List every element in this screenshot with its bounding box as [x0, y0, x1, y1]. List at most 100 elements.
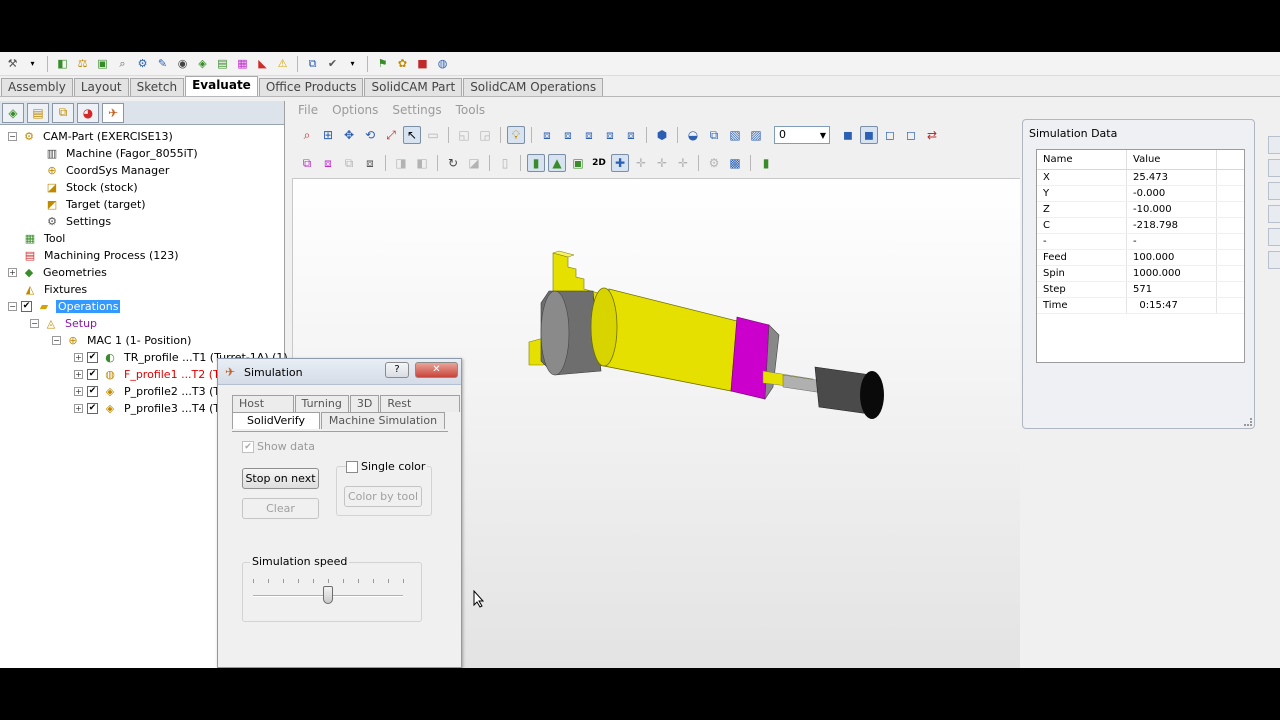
task-pane-file-explorer-icon[interactable] [1268, 205, 1280, 223]
dfmxpress-icon[interactable]: ■ [414, 55, 431, 72]
tab-3d[interactable]: 3D [349, 395, 380, 412]
shaded-icon[interactable]: ◒ [684, 126, 702, 144]
axis-x-icon[interactable]: ✛ [632, 154, 650, 172]
light-icon[interactable]: 💡︎ [507, 126, 525, 144]
collapse-icon[interactable]: − [52, 336, 61, 345]
tree-item-operation[interactable]: + ✔ ◈ P_profile3 ...T4 (Tu [74, 400, 227, 417]
tab-solidcam-operations[interactable]: SolidCAM Operations [463, 78, 604, 96]
deviation-analysis-icon[interactable]: ▤ [214, 55, 231, 72]
sustainability-icon[interactable]: ◍ [434, 55, 451, 72]
tree-item-cam-part[interactable]: − ⚙ CAM-Part (EXERCISE13) [8, 128, 175, 145]
sections-icon[interactable]: ◪ [465, 154, 483, 172]
single-color-checkbox[interactable]: Single color [346, 460, 428, 473]
speed-slider-thumb[interactable] [323, 586, 333, 604]
show-stock-icon[interactable]: ⧉ [298, 154, 316, 172]
axis-y-icon[interactable]: ✛ [653, 154, 671, 172]
show-fixture-icon[interactable]: ⧉ [340, 154, 358, 172]
tree-item-machine[interactable]: ▥ Machine (Fagor_8055iT) [44, 145, 200, 162]
tab-rest-material[interactable]: Rest Material [380, 395, 460, 426]
axis-z-icon[interactable]: ✛ [674, 154, 692, 172]
tab-office-products[interactable]: Office Products [258, 78, 364, 96]
operation-checkbox[interactable]: ✔ [87, 352, 98, 363]
collapse-icon[interactable]: − [30, 319, 39, 328]
section-view-icon[interactable]: ◱ [455, 126, 473, 144]
view-left-icon[interactable]: ⧈ [622, 126, 640, 144]
select-icon[interactable]: ↖ [403, 126, 421, 144]
draft-analysis-icon[interactable]: ⚠ [274, 55, 291, 72]
configurationmanager-tab-icon[interactable]: ⧉ [52, 102, 74, 123]
zoom-icon[interactable]: ⌕ [298, 126, 316, 144]
refresh-display-icon[interactable]: ⇄ [923, 126, 941, 144]
tree-item-operation[interactable]: + ✔ ◈ P_profile2 ...T3 (Tu [74, 383, 227, 400]
geometry-analysis-icon[interactable]: ◉ [174, 55, 191, 72]
task-pane-design-library-icon[interactable] [1268, 182, 1280, 200]
help-button[interactable]: ? [385, 362, 409, 378]
display-mode-4-icon[interactable]: ◻ [902, 126, 920, 144]
show-target-icon[interactable]: ⧈ [319, 154, 337, 172]
expand-icon[interactable]: + [74, 353, 83, 362]
rotate-icon[interactable]: ⟲ [361, 126, 379, 144]
tree-item-stock[interactable]: ◪ Stock (stock) [44, 179, 140, 196]
tab-solidcam-part[interactable]: SolidCAM Part [364, 78, 463, 96]
stock-display-icon[interactable]: ▲ [548, 154, 566, 172]
gouge-check-icon[interactable]: ▩ [726, 154, 744, 172]
view-top-icon[interactable]: ⧈ [580, 126, 598, 144]
shaded-edges-icon[interactable]: ▨ [747, 126, 765, 144]
clip-view-icon[interactable]: ◲ [476, 126, 494, 144]
appearance-tab-icon[interactable]: ◕ [77, 102, 99, 123]
pan-icon[interactable]: ✥ [340, 126, 358, 144]
zebra-stripes-icon[interactable]: ▦ [234, 55, 251, 72]
section-properties-icon[interactable]: ▣ [94, 55, 111, 72]
view-back-icon[interactable]: ⧈ [559, 126, 577, 144]
measure-icon[interactable]: ▭ [424, 126, 442, 144]
collapse-icon[interactable]: − [8, 302, 17, 311]
tab-host-cad[interactable]: Host CAD [232, 395, 294, 426]
task-pane-resources-icon[interactable] [1268, 159, 1280, 177]
view-front-icon[interactable]: ⧈ [538, 126, 556, 144]
display-mode-1-icon[interactable]: ◼ [839, 126, 857, 144]
tree-item-fixtures[interactable]: ◭ Fixtures [22, 281, 89, 298]
menu-options[interactable]: Options [332, 103, 378, 117]
symmetry-check-icon[interactable]: ✔ [324, 55, 341, 72]
operations-checkbox[interactable]: ✔ [21, 301, 32, 312]
cross-section-icon[interactable]: ✚ [611, 154, 629, 172]
curvature-icon[interactable]: ◣ [254, 55, 271, 72]
tree-item-geometries[interactable]: + ◆ Geometries [8, 264, 109, 281]
dropdown-icon[interactable]: ▾ [344, 55, 361, 72]
view-combo[interactable]: 0 [774, 126, 830, 144]
simulation-xpress-icon[interactable]: ⚑ [374, 55, 391, 72]
menu-file[interactable]: File [298, 103, 318, 117]
tool-holder-icon[interactable]: ◨ [392, 154, 410, 172]
tab-machine-simulation[interactable]: Machine Simulation [321, 412, 445, 429]
menu-settings[interactable]: Settings [392, 103, 441, 117]
display-mode-2-icon[interactable]: ◼ [860, 126, 878, 144]
tree-item-target[interactable]: ◩ Target (target) [44, 196, 148, 213]
expand-icon[interactable]: + [8, 268, 17, 277]
wireframe-icon[interactable]: ⧉ [705, 126, 723, 144]
floxpress-icon[interactable]: ✿ [394, 55, 411, 72]
resize-grip-icon[interactable] [1244, 418, 1252, 426]
report-icon[interactable]: ▮ [757, 154, 775, 172]
measure-icon[interactable]: ◧ [54, 55, 71, 72]
tab-layout[interactable]: Layout [73, 78, 129, 96]
solidcam-manager-tab-icon[interactable]: ✈ [102, 102, 124, 123]
color-by-tool-button[interactable]: Color by tool [344, 486, 422, 507]
machine-display-icon[interactable]: ▣ [569, 154, 587, 172]
tab-evaluate[interactable]: Evaluate [185, 76, 258, 96]
tab-sketch[interactable]: Sketch [129, 78, 185, 96]
tree-item-operation[interactable]: + ✔ ◍ F_profile1 ...T2 (Tu [74, 366, 227, 383]
zoom-window-icon[interactable]: ⊞ [319, 126, 337, 144]
show-tool-icon[interactable]: ⧈ [361, 154, 379, 172]
tab-assembly[interactable]: Assembly [1, 78, 73, 96]
display-mode-3-icon[interactable]: ◻ [881, 126, 899, 144]
tree-item-machining-process[interactable]: ▤ Machining Process (123) [22, 247, 181, 264]
tool-display-icon[interactable]: ▮ [527, 154, 545, 172]
show-data-checkbox[interactable]: ✔ Show data [242, 440, 315, 453]
expand-icon[interactable]: + [74, 370, 83, 379]
clear-button[interactable]: Clear [242, 498, 319, 519]
mass-properties-icon[interactable]: ⚖ [74, 55, 91, 72]
tree-item-tool[interactable]: ▦ Tool [22, 230, 67, 247]
zoom-fit-icon[interactable]: ⤢ [382, 126, 400, 144]
check-icon[interactable]: ✎ [154, 55, 171, 72]
featuremanager-tab-icon[interactable]: ◈ [2, 102, 24, 123]
